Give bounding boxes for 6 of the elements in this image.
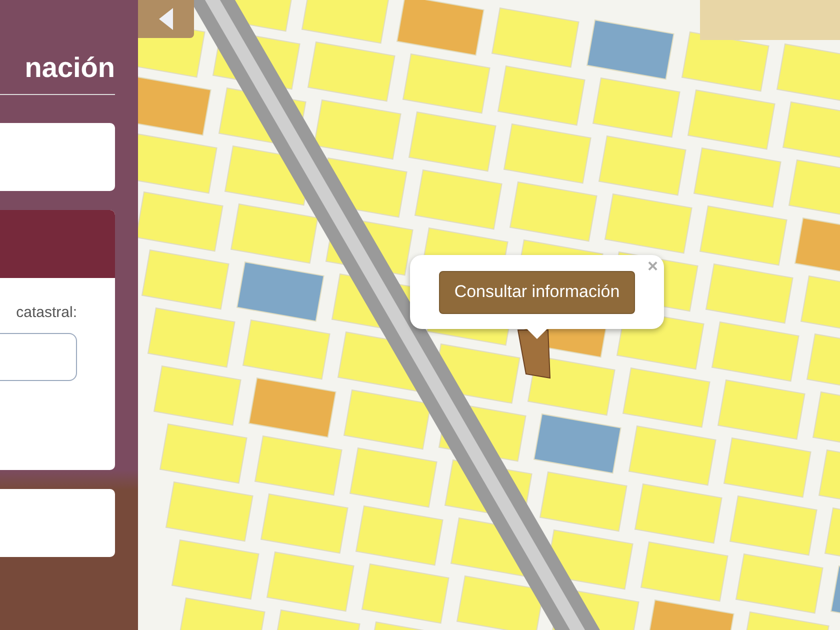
sidebar-title: nación [24,51,115,85]
field-label: catastral: [16,304,77,321]
triangle-left-icon [159,8,173,30]
collapse-button[interactable] [138,0,194,38]
consult-button[interactable]: Consultar información [439,270,635,314]
input-field[interactable] [0,333,77,381]
